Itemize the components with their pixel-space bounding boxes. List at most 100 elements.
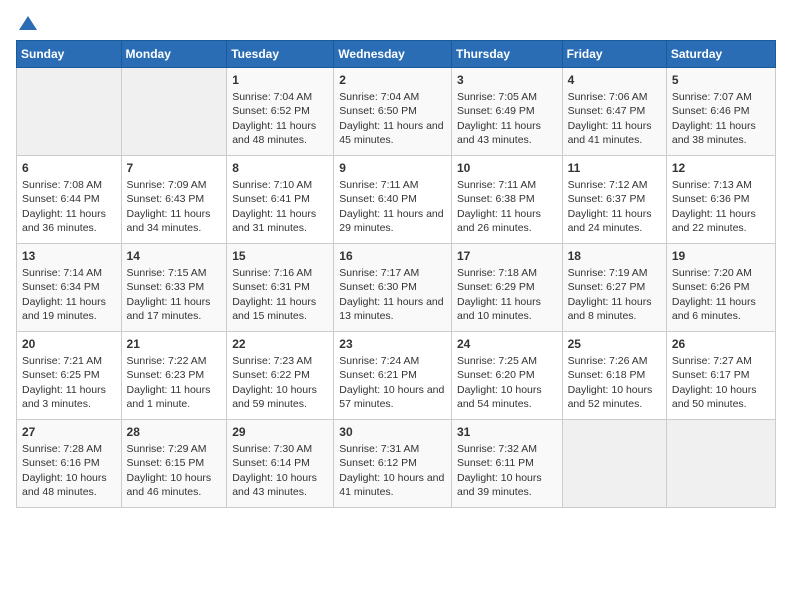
day-number: 17 <box>457 248 557 264</box>
calendar-cell: 19 Sunrise: 7:20 AM Sunset: 6:26 PM Dayligh… <box>666 244 775 332</box>
day-header-tuesday: Tuesday <box>227 41 334 68</box>
day-number: 20 <box>22 336 116 352</box>
daylight-text: Daylight: 10 hours and 50 minutes. <box>672 384 757 410</box>
calendar-cell: 16Sunrise: 7:17 AMSunset: 6:30 PMDayligh… <box>334 244 452 332</box>
calendar-week-row: 6Sunrise: 7:08 AMSunset: 6:44 PMDaylight… <box>17 156 776 244</box>
daylight-text: Daylight: 10 hours and 43 minutes. <box>232 472 317 498</box>
daylight-text: Daylight: 10 hours and 57 minutes. <box>339 384 444 410</box>
sunset-text: Sunset: 6:20 PM <box>457 369 535 381</box>
day-number: 13 <box>22 248 116 264</box>
calendar-week-row: 13 Sunrise: 7:14 AM Sunset: 6:34 PM Dayligh… <box>17 244 776 332</box>
day-number: 4 <box>568 72 661 88</box>
calendar-cell: 2Sunrise: 7:04 AMSunset: 6:50 PMDaylight… <box>334 68 452 156</box>
day-number: 19 <box>672 248 770 264</box>
day-header-wednesday: Wednesday <box>334 41 452 68</box>
daylight-text: Daylight: 11 hours and 10 minutes. <box>457 296 541 322</box>
daylight-text: Daylight: 11 hours and 26 minutes. <box>457 208 541 234</box>
day-number: 15 <box>232 248 328 264</box>
sunrise-text: Sunrise: 7:29 AM <box>127 443 207 455</box>
day-header-monday: Monday <box>121 41 227 68</box>
sunset-text: Sunset: 6:33 PM <box>127 281 205 293</box>
daylight-text: Daylight: 11 hours and 8 minutes. <box>568 296 652 322</box>
sunrise-text: Sunrise: 7:18 AM <box>457 267 537 279</box>
sunset-text: Sunset: 6:26 PM <box>672 281 750 293</box>
calendar-cell: 27Sunrise: 7:28 AMSunset: 6:16 PMDayligh… <box>17 420 122 508</box>
daylight-text: Daylight: 11 hours and 24 minutes. <box>568 208 652 234</box>
daylight-text: Daylight: 11 hours and 19 minutes. <box>22 296 106 322</box>
calendar-cell: 7Sunrise: 7:09 AMSunset: 6:43 PMDaylight… <box>121 156 227 244</box>
day-number: 21 <box>127 336 222 352</box>
sunset-text: Sunset: 6:44 PM <box>22 193 100 205</box>
daylight-text: Daylight: 11 hours and 13 minutes. <box>339 296 443 322</box>
daylight-text: Daylight: 11 hours and 6 minutes. <box>672 296 756 322</box>
calendar-cell: 14Sunrise: 7:15 AMSunset: 6:33 PMDayligh… <box>121 244 227 332</box>
sunrise-text: Sunrise: 7:13 AM <box>672 179 752 191</box>
calendar-cell: 30Sunrise: 7:31 AMSunset: 6:12 PMDayligh… <box>334 420 452 508</box>
calendar-cell: 22Sunrise: 7:23 AMSunset: 6:22 PMDayligh… <box>227 332 334 420</box>
day-number: 14 <box>127 248 222 264</box>
day-header-sunday: Sunday <box>17 41 122 68</box>
page-header <box>16 16 776 30</box>
calendar-week-row: 27Sunrise: 7:28 AMSunset: 6:16 PMDayligh… <box>17 420 776 508</box>
day-number: 1 <box>232 72 328 88</box>
sunset-text: Sunset: 6:29 PM <box>457 281 535 293</box>
sunset-text: Sunset: 6:15 PM <box>127 457 205 469</box>
sunset-text: Sunset: 6:22 PM <box>232 369 310 381</box>
calendar-cell <box>121 68 227 156</box>
day-number: 18 <box>568 248 661 264</box>
calendar-cell: 11Sunrise: 7:12 AMSunset: 6:37 PMDayligh… <box>562 156 666 244</box>
sunrise-text: Sunrise: 7:30 AM <box>232 443 312 455</box>
sunrise-text: Sunrise: 7:11 AM <box>339 179 418 191</box>
calendar-cell: 4Sunrise: 7:06 AMSunset: 6:47 PMDaylight… <box>562 68 666 156</box>
sunset-text: Sunset: 6:17 PM <box>672 369 750 381</box>
calendar-cell: 26 Sunrise: 7:27 AM Sunset: 6:17 PM Dayligh… <box>666 332 775 420</box>
day-header-thursday: Thursday <box>451 41 562 68</box>
calendar-cell: 5Sunrise: 7:07 AMSunset: 6:46 PMDaylight… <box>666 68 775 156</box>
sunrise-text: Sunrise: 7:19 AM <box>568 267 648 279</box>
daylight-text: Daylight: 10 hours and 41 minutes. <box>339 472 444 498</box>
day-number: 26 <box>672 336 770 352</box>
calendar-cell: 6Sunrise: 7:08 AMSunset: 6:44 PMDaylight… <box>17 156 122 244</box>
daylight-text: Daylight: 10 hours and 54 minutes. <box>457 384 542 410</box>
daylight-text: Daylight: 11 hours and 3 minutes. <box>22 384 106 410</box>
calendar-cell: 9Sunrise: 7:11 AMSunset: 6:40 PMDaylight… <box>334 156 452 244</box>
sunrise-text: Sunrise: 7:20 AM <box>672 267 752 279</box>
sunrise-text: Sunrise: 7:31 AM <box>339 443 419 455</box>
sunrise-text: Sunrise: 7:11 AM <box>457 179 536 191</box>
calendar-cell: 13 Sunrise: 7:14 AM Sunset: 6:34 PM Dayligh… <box>17 244 122 332</box>
calendar-cell: 3Sunrise: 7:05 AMSunset: 6:49 PMDaylight… <box>451 68 562 156</box>
sunrise-text: Sunrise: 7:14 AM <box>22 267 102 279</box>
calendar-cell: 8Sunrise: 7:10 AMSunset: 6:41 PMDaylight… <box>227 156 334 244</box>
sunrise-text: Sunrise: 7:04 AM <box>232 91 312 103</box>
sunset-text: Sunset: 6:43 PM <box>127 193 205 205</box>
calendar-cell: 10Sunrise: 7:11 AMSunset: 6:38 PMDayligh… <box>451 156 562 244</box>
sunset-text: Sunset: 6:25 PM <box>22 369 100 381</box>
day-number: 25 <box>568 336 661 352</box>
sunset-text: Sunset: 6:31 PM <box>232 281 310 293</box>
sunset-text: Sunset: 6:34 PM <box>22 281 100 293</box>
daylight-text: Daylight: 11 hours and 43 minutes. <box>457 120 541 146</box>
sunrise-text: Sunrise: 7:17 AM <box>339 267 419 279</box>
calendar-cell: 20Sunrise: 7:21 AMSunset: 6:25 PMDayligh… <box>17 332 122 420</box>
daylight-text: Daylight: 11 hours and 48 minutes. <box>232 120 316 146</box>
sunset-text: Sunset: 6:27 PM <box>568 281 646 293</box>
daylight-text: Daylight: 11 hours and 17 minutes. <box>127 296 211 322</box>
daylight-text: Daylight: 10 hours and 48 minutes. <box>22 472 107 498</box>
calendar-cell: 31Sunrise: 7:32 AMSunset: 6:11 PMDayligh… <box>451 420 562 508</box>
sunrise-text: Sunrise: 7:05 AM <box>457 91 537 103</box>
day-number: 29 <box>232 424 328 440</box>
sunrise-text: Sunrise: 7:04 AM <box>339 91 419 103</box>
day-header-saturday: Saturday <box>666 41 775 68</box>
calendar-cell: 28Sunrise: 7:29 AMSunset: 6:15 PMDayligh… <box>121 420 227 508</box>
daylight-text: Daylight: 11 hours and 1 minute. <box>127 384 211 410</box>
sunrise-text: Sunrise: 7:26 AM <box>568 355 648 367</box>
sunset-text: Sunset: 6:50 PM <box>339 105 417 117</box>
calendar-week-row: 20Sunrise: 7:21 AMSunset: 6:25 PMDayligh… <box>17 332 776 420</box>
day-number: 23 <box>339 336 446 352</box>
sunset-text: Sunset: 6:49 PM <box>457 105 535 117</box>
sunset-text: Sunset: 6:23 PM <box>127 369 205 381</box>
sunrise-text: Sunrise: 7:09 AM <box>127 179 207 191</box>
sunset-text: Sunset: 6:12 PM <box>339 457 417 469</box>
sunrise-text: Sunrise: 7:27 AM <box>672 355 752 367</box>
sunrise-text: Sunrise: 7:12 AM <box>568 179 648 191</box>
